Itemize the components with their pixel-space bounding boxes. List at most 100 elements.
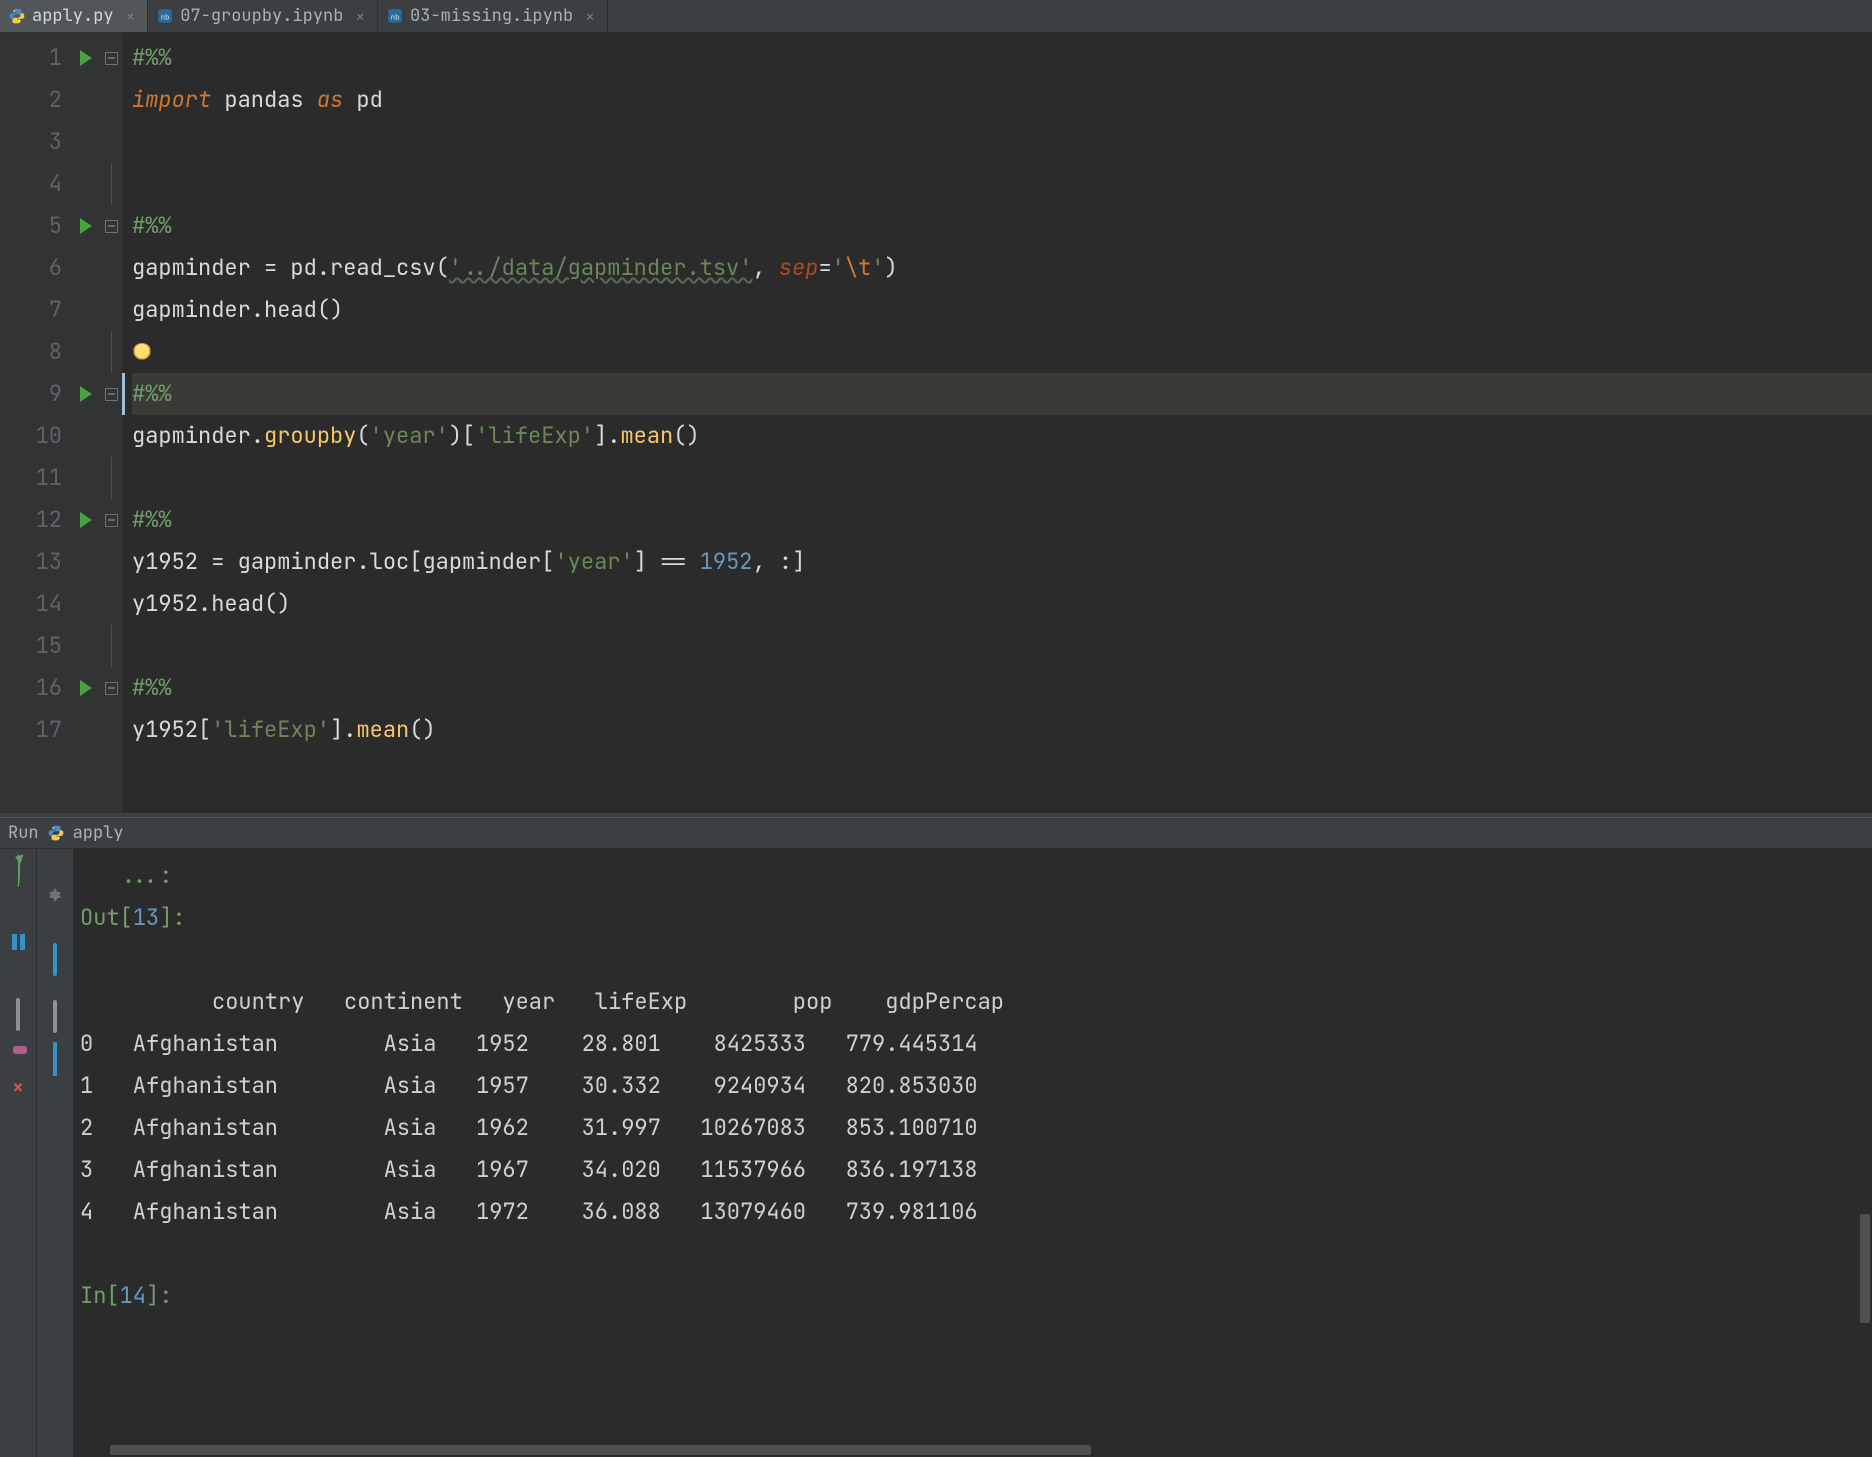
soft-wrap-button[interactable] — [53, 1002, 57, 1031]
pin-button[interactable] — [7, 1039, 29, 1061]
down-icon — [49, 892, 61, 931]
run-gutter-slot — [72, 625, 100, 667]
run-cell-icon[interactable] — [80, 512, 92, 528]
debug-repl-button[interactable] — [7, 967, 29, 989]
run-gutter — [72, 33, 100, 813]
fold-toggle-icon[interactable] — [105, 388, 118, 401]
code-line[interactable]: #%% — [132, 499, 1872, 541]
svg-text:nb: nb — [161, 12, 170, 21]
code-line[interactable]: import pandas as pd — [132, 79, 1872, 121]
run-gutter-slot[interactable] — [72, 205, 100, 247]
code-line[interactable]: #%% — [132, 37, 1872, 79]
scroll-up-button[interactable] — [49, 859, 61, 888]
rerun-icon — [16, 856, 20, 885]
settings-button[interactable] — [7, 1003, 29, 1025]
line-number: 14 — [0, 583, 62, 625]
run-gutter-slot[interactable] — [72, 373, 100, 415]
run-gutter-slot — [72, 583, 100, 625]
fold-gutter-slot — [100, 583, 122, 625]
code-line[interactable] — [132, 121, 1872, 163]
table-header: country continent year lifeExp pop gdpPe… — [80, 981, 1872, 1023]
table-row: 1 Afghanistan Asia 1957 30.332 9240934 8… — [80, 1065, 1872, 1107]
fold-gutter-slot — [100, 205, 122, 247]
fold-gutter-slot — [100, 499, 122, 541]
fold-gutter-slot — [100, 709, 122, 751]
scroll-down-button[interactable] — [49, 902, 61, 931]
line-number: 11 — [0, 457, 62, 499]
stop-button[interactable] — [7, 895, 29, 917]
intention-bulb-icon[interactable] — [132, 343, 152, 363]
fold-toggle-icon[interactable] — [105, 52, 118, 65]
close-icon[interactable]: × — [126, 6, 136, 27]
fold-toggle-icon[interactable] — [105, 682, 118, 695]
code-line[interactable]: gapminder.groupby('year')['lifeExp'].mea… — [132, 415, 1872, 457]
line-number: 5 — [0, 205, 62, 247]
rerun-button[interactable] — [7, 859, 29, 881]
code-line[interactable]: gapminder.head() — [132, 289, 1872, 331]
code-line[interactable]: #%% — [132, 373, 1872, 415]
fold-gutter — [100, 33, 122, 813]
wrap-icon — [53, 1000, 57, 1033]
run-gutter-slot — [72, 541, 100, 583]
clear-all-button[interactable] — [53, 1045, 57, 1074]
run-cell-icon[interactable] — [80, 218, 92, 234]
code-line[interactable] — [132, 457, 1872, 499]
run-script-name: apply — [73, 822, 124, 844]
run-gutter-slot — [72, 709, 100, 751]
code-line[interactable]: #%% — [132, 205, 1872, 247]
console-in-label[interactable]: In[14]: — [80, 1275, 1872, 1317]
fold-toggle-icon[interactable] — [105, 514, 118, 527]
code-line[interactable] — [132, 163, 1872, 205]
tab-label: 07-groupby.ipynb — [180, 5, 343, 27]
console-scrollbar-vertical[interactable] — [1858, 849, 1872, 1457]
code-area[interactable]: #%%import pandas as pd#%%gapminder = pd.… — [122, 33, 1872, 813]
console-panel: × ...:Out[13]: country continent year li… — [0, 849, 1872, 1457]
code-line[interactable]: y1952 = gapminder.loc[gapminder['year'] … — [132, 541, 1872, 583]
console-output[interactable]: ...:Out[13]: country continent year life… — [74, 849, 1872, 1457]
fold-gutter-slot — [100, 415, 122, 457]
close-icon[interactable]: × — [585, 6, 595, 27]
close-button[interactable]: × — [7, 1075, 29, 1097]
run-gutter-slot — [72, 121, 100, 163]
fold-gutter-slot — [100, 79, 122, 121]
tab-apply-py[interactable]: apply.py× — [0, 0, 148, 32]
fold-line — [111, 331, 112, 373]
line-number: 15 — [0, 625, 62, 667]
tab-07-groupby-ipynb[interactable]: nb 07-groupby.ipynb × — [148, 0, 378, 32]
run-cell-icon[interactable] — [80, 386, 92, 402]
run-gutter-slot[interactable] — [72, 37, 100, 79]
toggle-tree-button[interactable] — [53, 945, 57, 974]
tab-03-missing-ipynb[interactable]: nb03-missing.ipynb× — [378, 0, 608, 32]
close-icon[interactable]: × — [355, 6, 365, 27]
fold-gutter-slot — [100, 247, 122, 289]
run-gutter-slot — [72, 163, 100, 205]
code-line[interactable]: y1952.head() — [132, 583, 1872, 625]
line-number: 4 — [0, 163, 62, 205]
console-scrollbar-horizontal[interactable] — [74, 1443, 1858, 1457]
tree-icon — [53, 943, 57, 976]
code-line[interactable] — [132, 331, 1872, 373]
run-cell-icon[interactable] — [80, 50, 92, 66]
editor[interactable]: 1234567891011121314151617 #%%import pand… — [0, 33, 1872, 817]
table-row: 3 Afghanistan Asia 1967 34.020 11537966 … — [80, 1149, 1872, 1191]
run-label: Run — [8, 822, 39, 844]
run-gutter-slot[interactable] — [72, 499, 100, 541]
pause-button[interactable] — [7, 931, 29, 953]
run-gutter-slot — [72, 247, 100, 289]
scrollbar-thumb[interactable] — [1860, 1214, 1870, 1323]
code-line[interactable]: y1952['lifeExp'].mean() — [132, 709, 1872, 751]
scrollbar-thumb[interactable] — [110, 1445, 1091, 1455]
run-cell-icon[interactable] — [80, 680, 92, 696]
caret-marker — [122, 373, 125, 415]
fold-toggle-icon[interactable] — [105, 220, 118, 233]
fold-gutter-slot — [100, 121, 122, 163]
line-number: 9 — [0, 373, 62, 415]
line-number: 16 — [0, 667, 62, 709]
code-line[interactable]: gapminder = pd.read_csv('../data/gapmind… — [132, 247, 1872, 289]
code-line[interactable]: #%% — [132, 667, 1872, 709]
fold-gutter-slot — [100, 667, 122, 709]
run-gutter-slot — [72, 79, 100, 121]
console-toolbar-left: × — [0, 849, 37, 1457]
code-line[interactable] — [132, 625, 1872, 667]
run-gutter-slot[interactable] — [72, 667, 100, 709]
